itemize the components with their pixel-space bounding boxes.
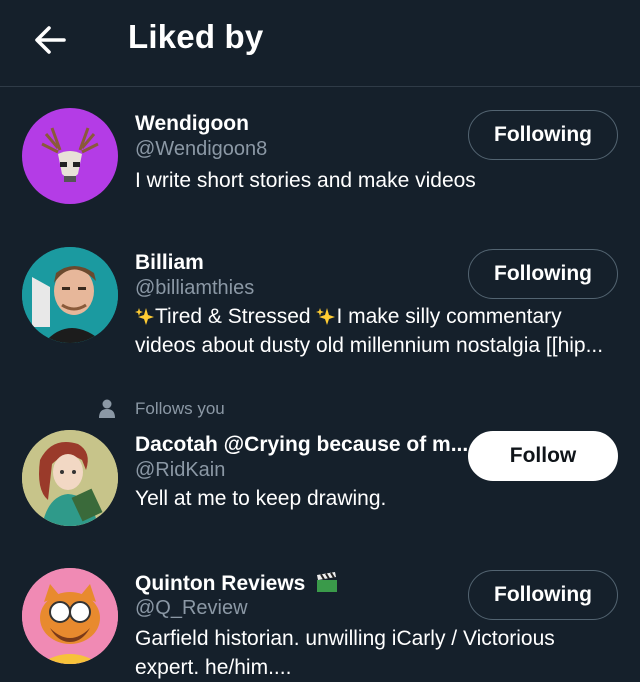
user-handle[interactable]: @Wendigoon8: [135, 138, 267, 161]
display-name[interactable]: Dacotah @Crying because of m...: [135, 433, 468, 457]
bio-text: Tired & Stressed: [155, 305, 317, 328]
following-button[interactable]: Following: [468, 249, 618, 299]
bio-text: expert. he/him....: [135, 656, 292, 679]
follow-button[interactable]: Follow: [468, 431, 618, 481]
follows-you-text: Follows you: [135, 399, 225, 418]
avatar[interactable]: [22, 247, 118, 343]
clapper-board-icon: [317, 572, 338, 592]
avatar[interactable]: [22, 430, 118, 526]
avatar[interactable]: [22, 568, 118, 664]
user-bio: Garfield historian. unwilling iCarly / V…: [135, 624, 625, 682]
top-bar: Liked by: [0, 0, 640, 87]
person-icon: [99, 399, 115, 418]
following-button[interactable]: Following: [468, 570, 618, 620]
back-arrow-icon[interactable]: [30, 22, 70, 58]
display-name[interactable]: Wendigoon: [135, 112, 249, 136]
user-bio: Tired & Stressed I make silly commentary…: [135, 302, 625, 360]
user-bio: I write short stories and make videos: [135, 169, 476, 192]
user-handle[interactable]: @Q_Review: [135, 597, 248, 620]
display-name[interactable]: Billiam: [135, 251, 204, 275]
follows-you-label: Follows you: [98, 399, 225, 419]
user-handle[interactable]: @RidKain: [135, 459, 225, 482]
bio-text: I make silly commentary: [336, 305, 562, 328]
user-bio: Yell at me to keep drawing.: [135, 487, 387, 510]
sparkles-icon: [316, 308, 336, 325]
display-name-text: Quinton Reviews: [135, 572, 306, 595]
following-button[interactable]: Following: [468, 110, 618, 160]
bio-text: videos about dusty old millennium nostal…: [135, 334, 604, 357]
user-handle[interactable]: @billiamthies: [135, 277, 254, 300]
sparkles-icon: [135, 308, 154, 325]
avatar[interactable]: [22, 108, 118, 204]
bio-text: Garfield historian. unwilling iCarly / V…: [135, 627, 555, 650]
display-name[interactable]: Quinton Reviews: [135, 571, 339, 596]
page-title: Liked by: [128, 18, 264, 55]
